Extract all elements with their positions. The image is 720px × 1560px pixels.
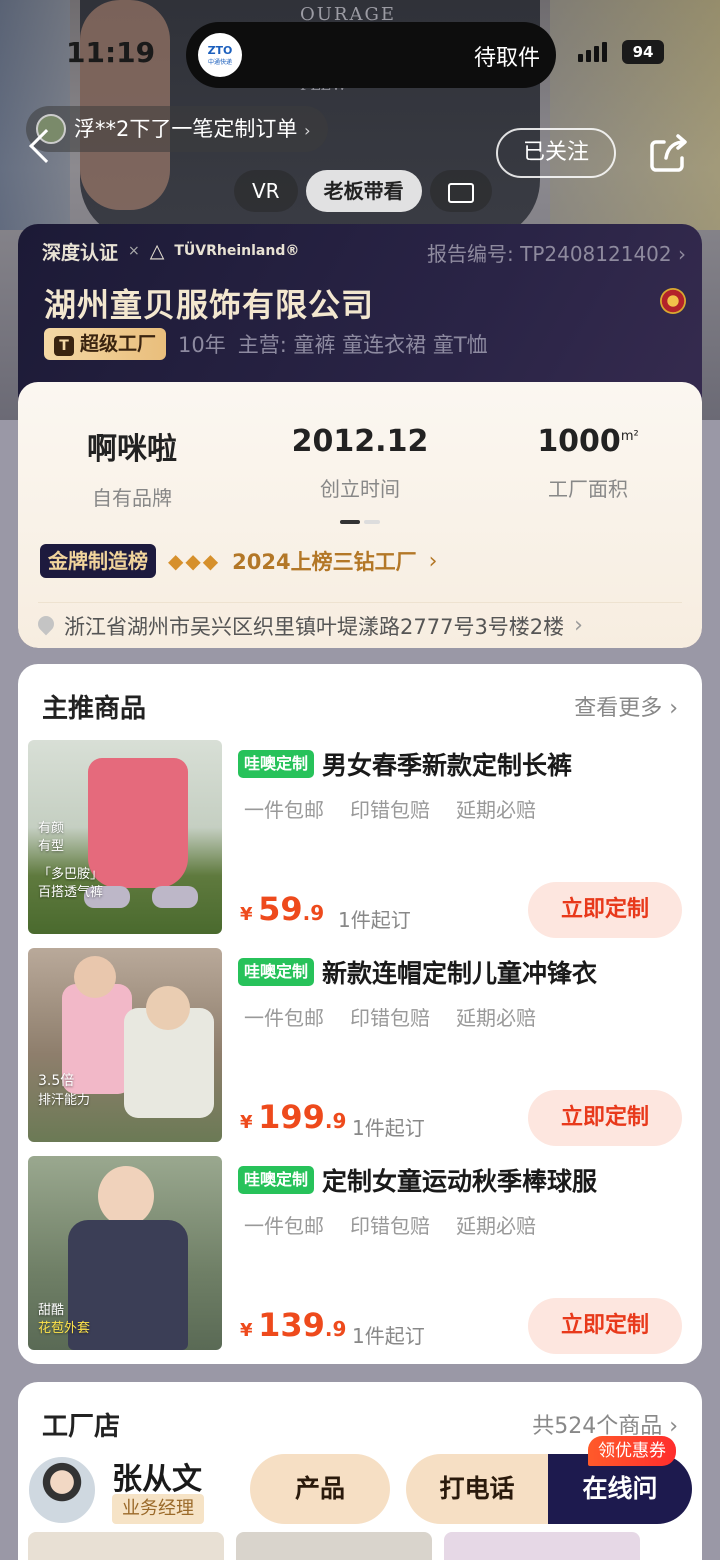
cross-icon: × (128, 243, 140, 259)
product-perks: 一件包邮 印错包赔 延期必赔 (244, 798, 536, 822)
tab-boss-tour[interactable]: 老板带看 (305, 170, 422, 212)
product-price: ¥ 139.9 (240, 1306, 347, 1344)
product-price: ¥ 199.9 (240, 1098, 347, 1136)
custom-tag: 哇噢定制 (238, 958, 315, 986)
media-tabs: VR 老板带看 (234, 170, 492, 212)
min-order: 1件起订 (338, 908, 411, 932)
stats-panel: 啊咪啦 自有品牌 2012.12 创立时间 1000m² 工厂面积 金牌制造榜 … (18, 382, 702, 648)
product-image: 甜酷 花苞外套 (28, 1156, 222, 1350)
product-perks: 一件包邮 印错包赔 延期必赔 (244, 1214, 536, 1238)
rep-role: 业务经理 (112, 1494, 204, 1524)
product-price: ¥ 59.9 (240, 890, 325, 928)
main-business: 主营: 童裤 童连衣裙 童T恤 (237, 333, 488, 357)
location-pin-icon (38, 616, 54, 636)
call-button[interactable]: 打电话 (406, 1454, 548, 1524)
stat-area: 1000m² 工厂面积 (537, 424, 639, 501)
gold-ranking-row[interactable]: 金牌制造榜 ◆◆◆ 2024上榜三钻工厂 › (40, 544, 437, 578)
island-status-text: 待取件 (473, 46, 540, 71)
dynamic-island[interactable]: ZTO 中通快递 待取件 (186, 22, 556, 88)
share-icon[interactable] (648, 132, 690, 174)
min-order: 1件起订 (352, 1116, 425, 1140)
tab-gallery[interactable] (429, 170, 492, 212)
product-name: 新款连帽定制儿童冲锋衣 (322, 959, 598, 988)
chevron-right-icon: › (662, 696, 678, 721)
factory-meta: T 超级工厂 10年 主营: 童裤 童连衣裙 童T恤 (44, 328, 488, 360)
signal-icon (578, 42, 607, 62)
image-icon (447, 182, 474, 203)
stat-brand: 啊咪啦 自有品牌 (87, 432, 177, 510)
follow-button[interactable]: 已关注 (496, 128, 616, 178)
custom-tag: 哇噢定制 (238, 1166, 315, 1194)
hero-arm (80, 0, 170, 210)
certification-row: 深度认证 × △ TÜVRheinland® (42, 236, 299, 266)
custom-tag: 哇噢定制 (238, 750, 315, 778)
factory-card: 深度认证 × △ TÜVRheinland® 报告编号: TP240812140… (18, 224, 702, 648)
chevron-right-icon: › (304, 121, 311, 140)
order-ticker-text: 浮**2下了一笔定制订单 (74, 117, 298, 141)
section-title: 工厂店 (42, 1412, 121, 1442)
stat-founded: 2012.12 创立时间 (291, 424, 429, 501)
battery-icon: 94 (622, 40, 664, 64)
address-text: 浙江省湖州市吴兴区织里镇叶堤漾路2777号3号楼2楼 (64, 614, 565, 639)
product-card[interactable]: 有颜 有型 「多巴胺」 百搭透气裤 哇噢定制 男女春季新款定制长裤 一件包邮 印错… (28, 740, 692, 938)
product-name: 男女春季新款定制长裤 (322, 751, 573, 780)
super-factory-badge: T 超级工厂 (44, 328, 167, 360)
chevron-right-icon: › (428, 548, 438, 574)
pager-dots (340, 520, 380, 524)
police-badge-icon (660, 288, 686, 314)
products-button[interactable]: 产品 (250, 1454, 390, 1524)
tuv-cert-label: TÜVRheinland® (174, 243, 300, 259)
tab-vr[interactable]: VR (234, 170, 298, 212)
see-more-link[interactable]: 查看更多 › (574, 690, 678, 722)
rep-avatar[interactable] (26, 1454, 98, 1526)
recommended-section: 主推商品 查看更多 › 有颜 有型 「多巴胺」 百搭透气裤 哇噢定制 男女春季新… (18, 664, 702, 1364)
chevron-right-icon: › (671, 242, 686, 266)
company-name: 湖州童贝服饰有限公司 (44, 286, 375, 324)
min-order: 1件起订 (352, 1324, 425, 1348)
gold-ranking-text: 2024上榜三钻工厂 (232, 550, 417, 574)
chevron-right-icon: › (574, 613, 583, 638)
customize-button[interactable]: 立即定制 (528, 1090, 682, 1146)
report-number[interactable]: 报告编号: TP2408121402 › (427, 238, 686, 267)
diamond-icon: ◆◆◆ (168, 549, 221, 573)
gold-ranking-tag: 金牌制造榜 (40, 544, 156, 578)
product-card[interactable]: 3.5倍 排汗能力 哇噢定制 新款连帽定制儿童冲锋衣 一件包邮 印错包赔 延期必赔 … (28, 948, 692, 1146)
factory-logo-icon: T (54, 336, 74, 356)
background-decor (550, 0, 720, 230)
address-row[interactable]: 浙江省湖州市吴兴区织里镇叶堤漾路2777号3号楼2楼 › (38, 602, 682, 642)
coupon-badge[interactable]: 领优惠券 (588, 1436, 676, 1466)
status-time: 11:19 (66, 36, 156, 69)
product-image: 有颜 有型 「多巴胺」 百搭透气裤 (28, 740, 222, 934)
section-title: 主推商品 (42, 694, 147, 724)
rep-name: 张从文 (112, 1462, 202, 1497)
depth-cert-label: 深度认证 (42, 241, 119, 264)
customize-button[interactable]: 立即定制 (528, 1298, 682, 1354)
tuv-logo-icon: △ (149, 240, 165, 262)
order-ticker[interactable]: 浮**2下了一笔定制订单 › (26, 106, 329, 152)
product-name: 定制女童运动秋季棒球服 (322, 1167, 598, 1196)
product-perks: 一件包邮 印错包赔 延期必赔 (244, 1006, 536, 1030)
factory-years: 10年 (178, 333, 226, 357)
customize-button[interactable]: 立即定制 (528, 882, 682, 938)
bottom-action-bar: 张从文 业务经理 产品 打电话 在线问 领优惠券 (0, 1436, 720, 1560)
product-image: 3.5倍 排汗能力 (28, 948, 222, 1142)
product-card[interactable]: 甜酷 花苞外套 哇噢定制 定制女童运动秋季棒球服 一件包邮 印错包赔 延期必赔 ¥ … (28, 1156, 692, 1354)
courier-logo-icon: ZTO 中通快递 (198, 33, 242, 77)
